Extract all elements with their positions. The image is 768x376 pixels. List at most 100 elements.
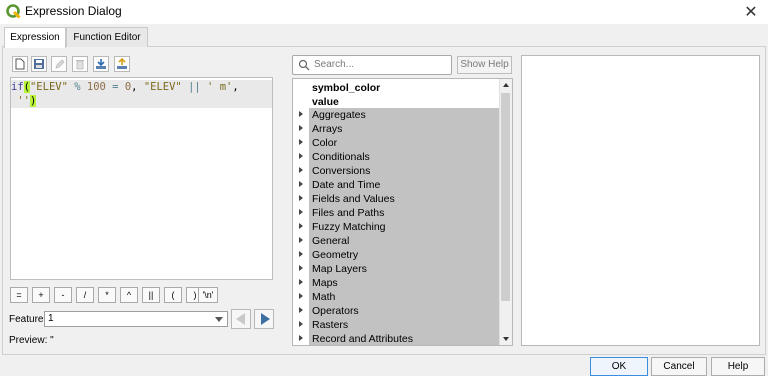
tree-group-files-and-paths[interactable]: Files and Paths (309, 206, 499, 220)
next-feature-button[interactable] (254, 309, 274, 329)
operator-power-button[interactable]: ^ (120, 287, 138, 303)
tree-group-label: Geometry (312, 249, 359, 261)
tree-group-record-and-attributes[interactable]: Record and Attributes (309, 332, 499, 345)
tree-group-label: Color (312, 137, 338, 149)
operator-divide-button[interactable]: / (76, 287, 94, 303)
tab-expression[interactable]: Expression (4, 27, 66, 48)
tree-group-general[interactable]: General (309, 234, 499, 248)
delete-button[interactable] (72, 56, 88, 72)
tree-group-map-layers[interactable]: Map Layers (309, 262, 499, 276)
save-icon (34, 59, 44, 69)
save-button[interactable] (31, 56, 47, 72)
editor-token-comma: , (232, 81, 239, 93)
tree-group-maps[interactable]: Maps (309, 276, 499, 290)
cancel-button[interactable]: Cancel (651, 357, 707, 376)
search-input[interactable]: Search... (292, 55, 452, 75)
tree-group-label: Conversions (312, 165, 371, 177)
operator-plus-button[interactable]: + (32, 287, 50, 303)
tree-group-label: General (312, 235, 350, 247)
tree-group-label: Arrays (312, 123, 343, 135)
previous-feature-button[interactable] (231, 309, 251, 329)
download-icon (96, 59, 106, 69)
expand-arrow-icon[interactable] (299, 139, 303, 145)
tree-group-aggregates[interactable]: Aggregates (309, 108, 499, 122)
expand-arrow-icon[interactable] (299, 321, 303, 327)
expand-arrow-icon[interactable] (299, 153, 303, 159)
operator-equals-button[interactable]: = (10, 287, 28, 303)
tree-group-label: Date and Time (312, 179, 381, 191)
tree-item-symbol-color[interactable]: symbol_color (293, 81, 499, 95)
expand-arrow-icon[interactable] (299, 125, 303, 131)
scroll-down-icon[interactable] (503, 337, 509, 341)
tree-group-rasters[interactable]: Rasters (309, 318, 499, 332)
feature-label: Feature (9, 314, 44, 325)
tree-group-label: Fuzzy Matching (312, 221, 386, 233)
tree-group-conditionals[interactable]: Conditionals (309, 150, 499, 164)
editor-token-close-paren: ) (29, 95, 37, 107)
arrow-right-icon (261, 313, 270, 325)
show-help-button[interactable]: Show Help (457, 56, 512, 74)
editor-token-op: % (67, 81, 87, 93)
scroll-up-icon[interactable] (503, 83, 509, 87)
tree-group-geometry[interactable]: Geometry (309, 248, 499, 262)
expand-arrow-icon[interactable] (299, 335, 303, 341)
help-button[interactable]: Help (711, 357, 765, 376)
import-button[interactable] (93, 56, 109, 72)
operator-minus-button[interactable]: - (54, 287, 72, 303)
tree-group-fuzzy-matching[interactable]: Fuzzy Matching (309, 220, 499, 234)
tree-item-value[interactable]: value (293, 95, 499, 109)
tree-scrollbar[interactable] (499, 79, 512, 345)
editor-token-number: 100 (86, 81, 106, 93)
tree-group-date-and-time[interactable]: Date and Time (309, 178, 499, 192)
expand-arrow-icon[interactable] (299, 265, 303, 271)
operator-newline-button[interactable]: '\n' (198, 287, 218, 303)
tree-group-conversions[interactable]: Conversions (309, 164, 499, 178)
operator-concat-button[interactable]: || (142, 287, 160, 303)
editor-line-2: '') (11, 94, 272, 108)
expand-arrow-icon[interactable] (299, 167, 303, 173)
expand-arrow-icon[interactable] (299, 293, 303, 299)
function-tree[interactable]: symbol_color value Aggregates Arrays Col… (292, 78, 513, 346)
tree-group-operators[interactable]: Operators (309, 304, 499, 318)
feature-combobox[interactable]: 1 (44, 311, 228, 327)
expression-editor[interactable]: if("ELEV" % 100 = 0, "ELEV" || ' m', '') (10, 77, 273, 280)
tree-group-arrays[interactable]: Arrays (309, 122, 499, 136)
edit-button[interactable] (51, 56, 67, 72)
tree-group-label: Map Layers (312, 263, 367, 275)
tree-group-color[interactable]: Color (309, 136, 499, 150)
operator-multiply-button[interactable]: * (98, 287, 116, 303)
tree-group-label: Operators (312, 305, 359, 317)
editor-token-op: || (181, 81, 208, 93)
search-icon (298, 59, 310, 71)
preview-label: Preview: (9, 335, 48, 346)
editor-token-string: ' m' (207, 81, 233, 93)
operator-open-paren-button[interactable]: ( (164, 287, 182, 303)
editor-token-if: if (11, 81, 24, 93)
export-button[interactable] (114, 56, 130, 72)
tab-function-editor[interactable]: Function Editor (66, 27, 148, 47)
expand-arrow-icon[interactable] (299, 195, 303, 201)
close-icon[interactable]: ✕ (742, 2, 760, 22)
expand-arrow-icon[interactable] (299, 223, 303, 229)
scrollbar-thumb[interactable] (501, 93, 510, 301)
editor-token-string: '' (17, 95, 30, 107)
tree-group-fields-and-values[interactable]: Fields and Values (309, 192, 499, 206)
expand-arrow-icon[interactable] (299, 251, 303, 257)
expand-arrow-icon[interactable] (299, 237, 303, 243)
expand-arrow-icon[interactable] (299, 307, 303, 313)
edit-icon (55, 59, 65, 69)
tab-function-editor-label: Function Editor (73, 32, 141, 43)
editor-token-field: "ELEV" (29, 81, 68, 93)
expand-arrow-icon[interactable] (299, 209, 303, 215)
trash-icon (76, 60, 84, 70)
expand-arrow-icon[interactable] (299, 181, 303, 187)
expand-arrow-icon[interactable] (299, 111, 303, 117)
tree-group-label: Files and Paths (312, 207, 385, 219)
new-file-button[interactable] (12, 56, 28, 72)
tree-group-label: Record and Attributes (312, 333, 413, 345)
tree-group-math[interactable]: Math (309, 290, 499, 304)
expand-arrow-icon[interactable] (299, 279, 303, 285)
new-file-icon (15, 58, 25, 70)
ok-button[interactable]: OK (590, 357, 648, 376)
tree-group-label: Conditionals (312, 151, 370, 163)
